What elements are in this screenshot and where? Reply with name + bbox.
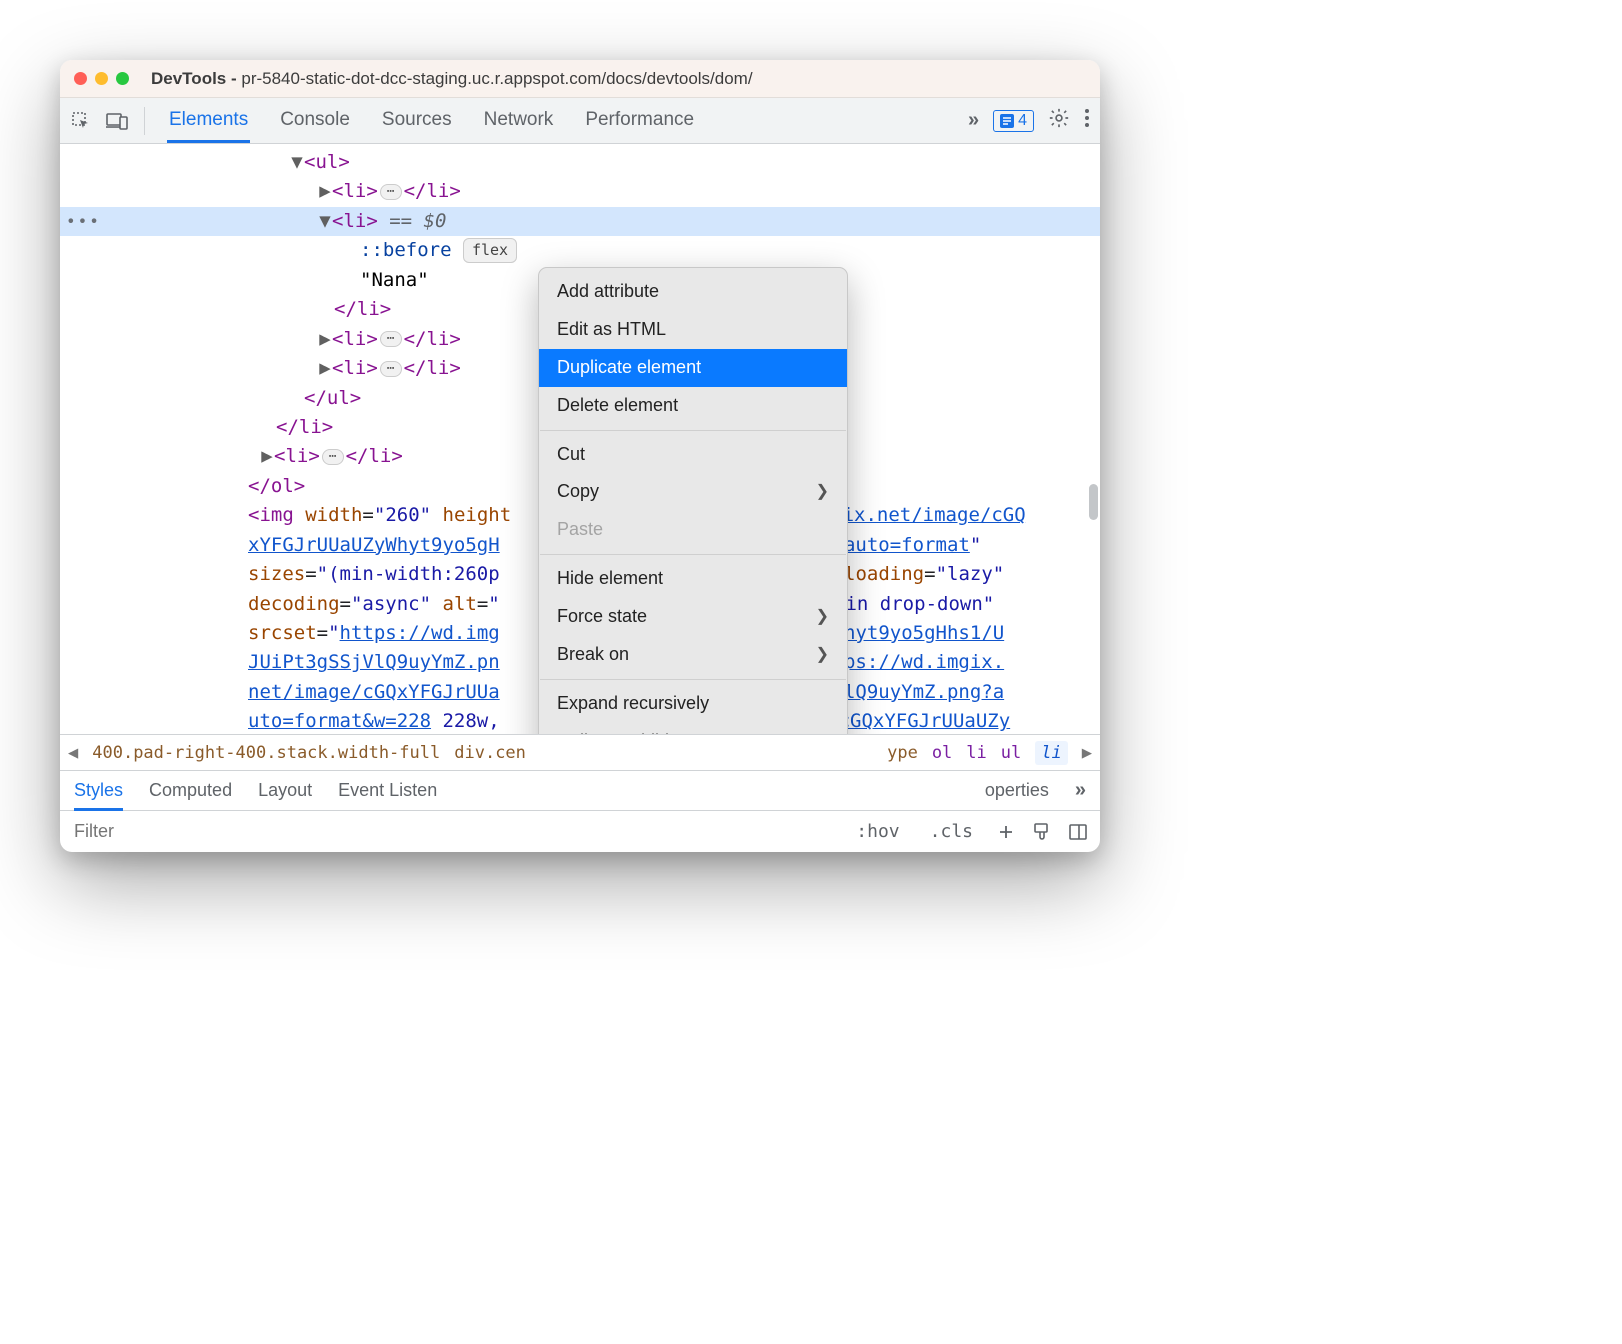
context-menu-separator: [540, 679, 846, 680]
main-toolbar: Elements Console Sources Network Perform…: [60, 98, 1100, 144]
styles-tab-computed[interactable]: Computed: [149, 780, 232, 801]
more-tabs-icon[interactable]: »: [968, 109, 979, 132]
context-menu-label: Force state: [557, 603, 647, 631]
devtools-window: DevTools - pr-5840-static-dot-dcc-stagin…: [60, 60, 1100, 852]
dom-ol-close: </ol>: [248, 475, 305, 497]
crumb-item[interactable]: 400.pad-right-400.stack.width-full: [92, 743, 440, 763]
context-menu-label: Collapse children: [557, 728, 695, 734]
context-menu-item[interactable]: Cut: [539, 436, 847, 474]
context-menu-item[interactable]: Delete element: [539, 387, 847, 425]
zoom-icon[interactable]: [116, 72, 129, 85]
context-menu-label: Edit as HTML: [557, 316, 666, 344]
context-menu-label: Expand recursively: [557, 690, 709, 718]
context-menu-label: Break on: [557, 641, 629, 669]
tab-network[interactable]: Network: [482, 99, 556, 143]
tab-elements[interactable]: Elements: [167, 99, 250, 143]
context-menu-label: Paste: [557, 516, 603, 544]
kebab-menu-icon[interactable]: [1084, 108, 1090, 134]
breadcrumb-left-icon[interactable]: ◀: [68, 743, 78, 763]
ellipsis-icon[interactable]: ⋯: [380, 184, 402, 200]
device-toggle-icon[interactable]: [106, 110, 128, 132]
crumb-item[interactable]: div.cen: [454, 743, 526, 763]
context-menu-item[interactable]: Expand recursively: [539, 685, 847, 723]
cls-button[interactable]: .cls: [923, 819, 980, 844]
tab-sources[interactable]: Sources: [380, 99, 454, 143]
close-icon[interactable]: [74, 72, 87, 85]
context-menu: Add attribute Edit as HTML Duplicate eleme…: [538, 267, 848, 734]
styles-filter-input[interactable]: [72, 820, 833, 843]
dollar-zero-indicator: == $0: [378, 210, 447, 232]
context-menu-item[interactable]: Collapse children: [539, 723, 847, 734]
dom-li-close: </li>: [334, 298, 391, 320]
hov-button[interactable]: :hov: [849, 819, 906, 844]
inspect-icon[interactable]: [70, 110, 92, 132]
chevron-right-icon: ❯: [816, 605, 829, 630]
dom-li-collapsed-2[interactable]: <li>: [332, 328, 378, 350]
breadcrumb-right-icon[interactable]: ▶: [1082, 743, 1092, 763]
context-menu-item[interactable]: Break on ❯: [539, 636, 847, 674]
context-menu-label: Delete element: [557, 392, 678, 420]
styles-tab-properties[interactable]: operties: [985, 780, 1049, 801]
flex-badge[interactable]: flex: [463, 238, 517, 263]
context-menu-label: Duplicate element: [557, 354, 701, 382]
new-style-rule-icon[interactable]: [996, 822, 1016, 842]
ellipsis-icon[interactable]: ⋯: [380, 331, 402, 347]
dom-li-collapsed-3[interactable]: <li>: [332, 357, 378, 379]
window-title: DevTools - pr-5840-static-dot-dcc-stagin…: [151, 69, 753, 89]
chevron-right-icon: ❯: [816, 643, 829, 668]
gutter-dots-icon[interactable]: •••: [66, 209, 101, 234]
tab-console[interactable]: Console: [278, 99, 352, 143]
computed-toggle-icon[interactable]: [1068, 822, 1088, 842]
toolbar-separator: [144, 107, 145, 135]
elements-panel[interactable]: ▼<ul> ▶<li>⋯</li> ••• ▼<li> == $0 ::befo…: [60, 144, 1100, 734]
scrollbar-thumb[interactable]: [1089, 484, 1098, 520]
settings-icon[interactable]: [1048, 107, 1070, 135]
context-menu-item[interactable]: Edit as HTML: [539, 311, 847, 349]
ellipsis-icon[interactable]: ⋯: [322, 449, 344, 465]
crumb-item[interactable]: li: [966, 743, 986, 763]
context-menu-label: Cut: [557, 441, 585, 469]
issues-count: 4: [1018, 112, 1027, 130]
styles-filter-bar: :hov .cls: [60, 810, 1100, 852]
context-menu-separator: [540, 554, 846, 555]
chevron-right-icon: ❯: [816, 480, 829, 505]
more-styles-tabs-icon[interactable]: »: [1075, 779, 1086, 802]
crumb-item[interactable]: ype: [887, 743, 918, 763]
context-menu-item[interactable]: Add attribute: [539, 273, 847, 311]
pseudo-before[interactable]: ::before: [360, 239, 452, 261]
paint-brush-icon[interactable]: [1032, 822, 1052, 842]
context-menu-label: Add attribute: [557, 278, 659, 306]
crumb-item[interactable]: ul: [1001, 743, 1021, 763]
styles-tab-event-listeners[interactable]: Event Listen: [338, 780, 437, 801]
ellipsis-icon[interactable]: ⋯: [380, 361, 402, 377]
selected-dom-node[interactable]: ••• ▼<li> == $0: [60, 207, 1100, 236]
context-menu-item[interactable]: Copy ❯: [539, 473, 847, 511]
dom-li-collapsed[interactable]: <li>: [332, 180, 378, 202]
styles-tabs: Styles Computed Layout Event Listen oper…: [60, 770, 1100, 810]
context-menu-label: Hide element: [557, 565, 663, 593]
styles-tab-styles[interactable]: Styles: [74, 780, 123, 811]
text-node-nana[interactable]: "Nana": [360, 269, 429, 291]
titlebar: DevTools - pr-5840-static-dot-dcc-stagin…: [60, 60, 1100, 98]
minimize-icon[interactable]: [95, 72, 108, 85]
styles-tab-layout[interactable]: Layout: [258, 780, 312, 801]
dom-ul-open[interactable]: <ul>: [304, 151, 350, 173]
breadcrumb[interactable]: ◀ 400.pad-right-400.stack.width-full div…: [60, 734, 1100, 770]
tab-performance[interactable]: Performance: [583, 99, 696, 143]
context-menu-separator: [540, 430, 846, 431]
context-menu-item[interactable]: Hide element: [539, 560, 847, 598]
context-menu-item: Paste: [539, 511, 847, 549]
traffic-lights: [74, 72, 129, 85]
dom-li-collapsed-4[interactable]: <li>: [274, 445, 320, 467]
context-menu-item[interactable]: Duplicate element: [539, 349, 847, 387]
context-menu-label: Copy: [557, 478, 599, 506]
dom-ul-close: </ul>: [304, 387, 361, 409]
crumb-item[interactable]: ol: [932, 743, 952, 763]
issues-badge[interactable]: 4: [993, 110, 1034, 132]
panel-tabs: Elements Console Sources Network Perform…: [167, 99, 954, 143]
context-menu-item[interactable]: Force state ❯: [539, 598, 847, 636]
crumb-item-selected[interactable]: li: [1035, 741, 1067, 765]
